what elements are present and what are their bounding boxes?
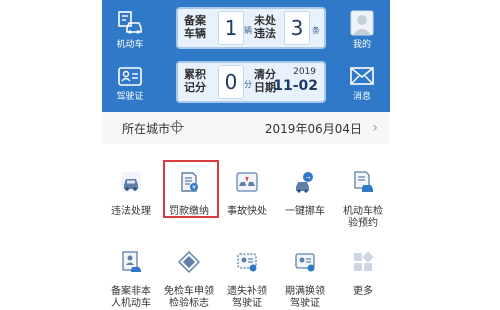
avatar-icon <box>350 10 374 40</box>
exempt-badge-icon <box>177 250 201 274</box>
clear-date-value: 11-02 <box>273 78 318 94</box>
service-label: 免检车申领 检验标志 <box>160 286 218 310</box>
violations-label: 未处 违法 <box>254 14 286 40</box>
accident-icon <box>235 170 259 194</box>
city-selector[interactable]: 所在城市 2019年06月04日 › <box>102 112 390 145</box>
service-label: 期满换领 驾驶证 <box>276 286 334 310</box>
app-home-screen: 机动车 驾驶证 备案 车辆 1 辆 未处 违法 3 条 累积 记分 0 分 清分… <box>0 0 500 310</box>
service-label: 机动车检 验预约 <box>334 206 392 230</box>
label-line: 人机动车 <box>111 298 151 309</box>
profile-label: 我的 <box>352 40 371 50</box>
violations-label-line1: 未处 <box>254 14 276 27</box>
registration-icon <box>119 250 143 274</box>
service-label: 遗失补领 驾驶证 <box>218 286 276 310</box>
label-line: 验预约 <box>348 218 378 229</box>
more-icon <box>351 250 375 274</box>
left-header-column: 机动车 驾驶证 <box>102 0 158 112</box>
license-button[interactable]: 驾驶证 <box>102 58 158 110</box>
service-exempt-inspection-sticker[interactable]: 免检车申领 检验标志 <box>160 230 218 310</box>
label-line: 检验标志 <box>169 298 209 309</box>
messages-button[interactable]: 消息 <box>334 58 390 110</box>
label-line: 期满换领 <box>285 286 325 297</box>
vehicles-label: 备案 车辆 <box>184 14 216 40</box>
service-violation-handling[interactable]: 违法处理 <box>102 150 160 230</box>
points-count: 0 <box>218 65 244 99</box>
vehicles-count: 1 <box>218 11 244 45</box>
current-date: 2019年06月04日 <box>264 122 362 136</box>
vehicles-label-line1: 备案 <box>184 14 206 27</box>
service-accident-quick[interactable]: 事故快处 <box>218 150 276 230</box>
reissue-license-icon <box>235 250 259 274</box>
service-label: 违法处理 <box>102 206 160 218</box>
vehicle-icon <box>117 10 143 38</box>
profile-button[interactable]: 我的 <box>334 4 390 56</box>
highlight-box <box>163 160 219 218</box>
renew-license-icon <box>293 250 317 274</box>
label-line: 更多 <box>353 286 373 297</box>
car-icon <box>119 170 143 194</box>
license-icon <box>117 66 143 92</box>
locate-icon[interactable] <box>170 120 184 134</box>
violations-count: 3 <box>284 11 310 45</box>
vehicle-label: 机动车 <box>116 40 144 50</box>
service-label: 更多 <box>334 286 392 298</box>
messages-label: 消息 <box>352 92 371 102</box>
service-label: 事故快处 <box>218 206 276 218</box>
points-summary[interactable]: 累积 记分 0 分 清分 日期 2019 11-02 <box>176 61 326 103</box>
service-register-other-vehicle[interactable]: 备案非本 人机动车 <box>102 230 160 310</box>
points-label-line1: 累积 <box>184 68 206 81</box>
vehicles-label-line2: 车辆 <box>184 27 206 40</box>
services-grid: 违法处理 ¥ 罚款缴纳 事故快处 → 一键挪车 机动车检 验预约 备案非本 人机… <box>102 144 390 310</box>
label-line: 驾驶证 <box>232 298 262 309</box>
label-line: 驾驶证 <box>290 298 320 309</box>
vehicle-violation-summary[interactable]: 备案 车辆 1 辆 未处 违法 3 条 <box>176 7 326 49</box>
points-unit: 分 <box>244 80 252 89</box>
service-move-car[interactable]: → 一键挪车 <box>276 150 334 230</box>
label-line: 事故快处 <box>227 206 267 217</box>
service-more[interactable]: 更多 <box>334 230 392 310</box>
violations-label-line2: 违法 <box>254 27 276 40</box>
chevron-right-icon[interactable]: › <box>372 120 378 136</box>
violations-unit: 条 <box>312 26 320 35</box>
label-line: 违法处理 <box>111 206 151 217</box>
svg-text:→: → <box>305 175 310 182</box>
inspection-icon <box>351 170 375 194</box>
envelope-icon <box>349 66 375 90</box>
label-line: 备案非本 <box>111 286 151 297</box>
vehicles-unit: 辆 <box>244 26 252 35</box>
service-label: 备案非本 人机动车 <box>102 286 160 310</box>
points-label: 累积 记分 <box>184 68 216 94</box>
city-label: 所在城市 <box>122 122 171 136</box>
service-reissue-license[interactable]: 遗失补领 驾驶证 <box>218 230 276 310</box>
points-label-line2: 记分 <box>184 81 206 94</box>
license-label: 驾驶证 <box>116 92 144 102</box>
label-line: 免检车申领 <box>164 286 214 297</box>
service-renew-license[interactable]: 期满换领 驾驶证 <box>276 230 334 310</box>
car-move-icon: → <box>293 170 317 194</box>
service-inspection-booking[interactable]: 机动车检 验预约 <box>334 150 392 230</box>
label-line: 机动车检 <box>343 206 383 217</box>
service-label: 一键挪车 <box>276 206 334 218</box>
clear-date-year: 2019 <box>293 67 316 77</box>
label-line: 一键挪车 <box>285 206 325 217</box>
vehicle-button[interactable]: 机动车 <box>102 4 158 56</box>
right-header-column: 我的 消息 <box>334 0 390 112</box>
label-line: 遗失补领 <box>227 286 267 297</box>
